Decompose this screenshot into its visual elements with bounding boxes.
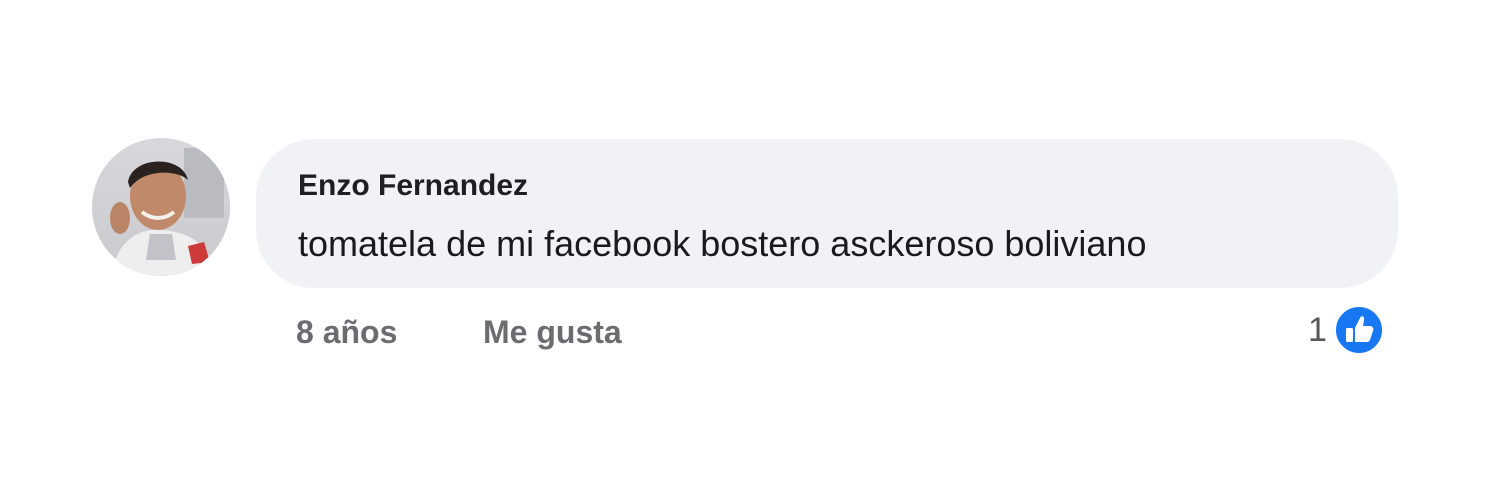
reaction-count: 1 (1308, 310, 1327, 349)
comment-bubble: Enzo Fernandez tomatela de mi facebook b… (256, 139, 1398, 288)
avatar[interactable] (92, 138, 230, 276)
like-button[interactable]: Me gusta (483, 314, 622, 351)
reaction-summary[interactable]: 1 (1308, 304, 1385, 356)
comment-text: tomatela de mi facebook bostero asckeros… (298, 223, 1147, 264)
thumbs-up-icon (1333, 305, 1384, 355)
comment-timestamp[interactable]: 8 años (296, 314, 397, 351)
comment-author[interactable]: Enzo Fernandez (298, 169, 528, 203)
